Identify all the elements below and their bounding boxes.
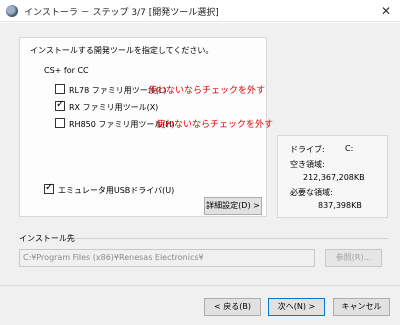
browse-button[interactable]: 参照(R)...	[325, 249, 382, 267]
window-title: インストーラ － ステップ 3/7 [開発ツール選択]	[24, 8, 219, 18]
drive-label: ドライブ:	[290, 145, 325, 154]
drive-value: C:	[345, 144, 354, 153]
close-icon[interactable]: ✕	[378, 3, 394, 19]
instruction-text: インストールする開発ツールを指定してください。	[30, 46, 214, 55]
install-dest-separator	[75, 238, 388, 239]
free-space-label: 空き領域:	[290, 160, 325, 169]
rh850-annotation: 使わないならチェックを外す	[156, 120, 274, 130]
title-bar: インストーラ － ステップ 3/7 [開発ツール選択] ✕	[0, 0, 400, 22]
install-path-field[interactable]: C:¥Program Files (x86)¥Renesas Electroni…	[19, 249, 315, 267]
required-space-value: 837,398KB	[318, 201, 362, 210]
rl78-annotation: 使わないならチェックを外す	[148, 86, 266, 96]
emulator-usb-driver-checkbox[interactable]	[44, 182, 54, 194]
cancel-button[interactable]: キャンセル	[333, 298, 390, 316]
rx-tool-label[interactable]: RX ファミリ用ツール(X)	[69, 102, 158, 113]
emulator-usb-driver-label[interactable]: エミュレータ用USBドライバ(U)	[58, 185, 174, 196]
back-button[interactable]: < 戻る(B)	[204, 298, 261, 316]
dialog-body: インストールする開発ツールを指定してください。 CS+ for CC RL78 …	[0, 23, 400, 325]
required-space-label: 必要な領域:	[290, 188, 333, 197]
installer-app-icon	[6, 5, 18, 17]
install-dest-label: インストール先	[19, 234, 75, 243]
footer-separator	[0, 285, 400, 286]
group-label: CS+ for CC	[44, 66, 89, 75]
free-space-value: 212,367,208KB	[303, 173, 365, 182]
rl78-tool-checkbox[interactable]	[55, 84, 65, 94]
next-button[interactable]: 次へ(N) >	[268, 298, 325, 316]
rx-tool-checkbox[interactable]	[55, 99, 65, 111]
advanced-settings-button[interactable]: 詳細設定(D) >	[204, 197, 262, 215]
rh850-tool-checkbox[interactable]	[55, 118, 65, 128]
